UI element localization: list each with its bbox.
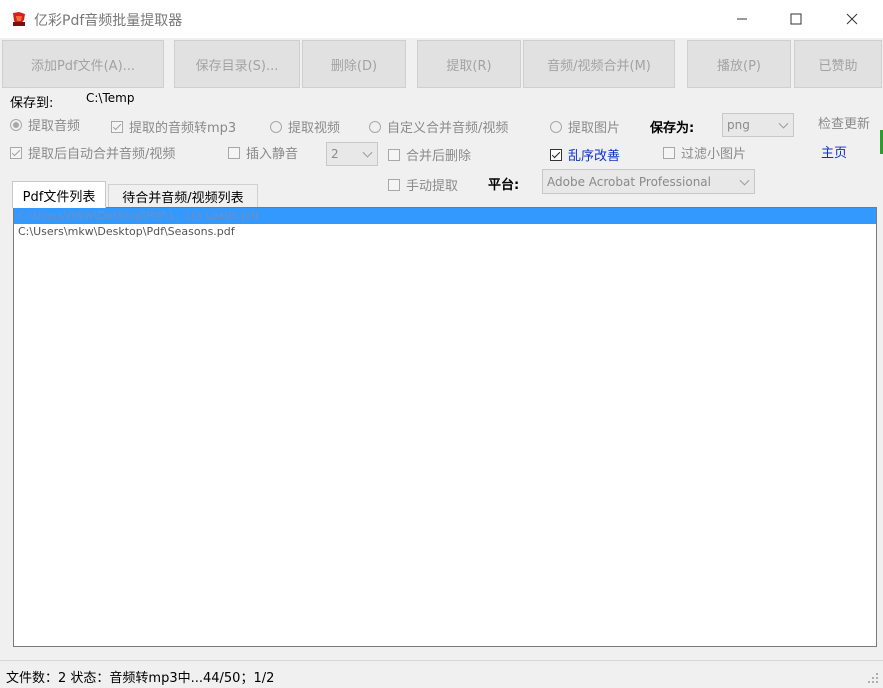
checkbox-icon xyxy=(663,146,675,159)
save-as-format-select[interactable]: png xyxy=(722,113,794,137)
close-button[interactable] xyxy=(829,0,875,38)
tab-merge-list[interactable]: 待合并音频/视频列表 xyxy=(108,184,258,207)
play-button[interactable]: 播放(P) xyxy=(687,40,791,88)
delete-after-merge-checkbox[interactable]: 合并后删除 xyxy=(388,145,471,164)
extract-audio-radio[interactable]: 提取音频 xyxy=(10,115,80,134)
minimize-icon xyxy=(737,18,747,20)
radio-selected-icon xyxy=(10,118,22,131)
title-bar: 亿彩Pdf音频批量提取器 xyxy=(0,0,883,38)
chevron-down-icon xyxy=(362,147,373,158)
insert-silence-checkbox[interactable]: 插入静音 xyxy=(228,143,298,162)
filter-small-images-checkbox[interactable]: 过滤小图片 xyxy=(663,143,746,162)
maximize-icon xyxy=(790,13,802,25)
radio-icon xyxy=(270,120,282,133)
homepage-link[interactable]: 主页 xyxy=(821,142,847,161)
extract-images-radio[interactable]: 提取图片 xyxy=(550,117,620,136)
donated-button[interactable]: 已赞助 xyxy=(794,40,882,88)
radio-icon xyxy=(550,120,562,133)
close-icon xyxy=(846,13,858,25)
save-to-path: C:\Temp xyxy=(86,91,135,105)
audio-to-mp3-checkbox[interactable]: 提取的音频转mp3 xyxy=(111,117,236,136)
platform-label: 平台: xyxy=(488,178,520,193)
resize-grip-icon[interactable] xyxy=(867,672,879,684)
radio-icon xyxy=(369,120,381,133)
pdf-file-list[interactable]: C:\Users\mkw\Desktop\Pdf\1、Lia Leads.pdf… xyxy=(13,207,877,647)
chevron-down-icon xyxy=(739,175,750,186)
minimize-button[interactable] xyxy=(719,0,765,38)
app-icon xyxy=(11,11,27,27)
auto-merge-checkbox[interactable]: 提取后自动合并音频/视频 xyxy=(10,143,175,162)
checkbox-icon xyxy=(388,178,400,191)
window-title: 亿彩Pdf音频批量提取器 xyxy=(34,13,183,29)
check-update-link[interactable]: 检查更新 xyxy=(818,113,870,132)
save-as-label: 保存为: xyxy=(650,121,695,136)
save-to-label: 保存到: xyxy=(10,96,54,111)
checkbox-checked-icon xyxy=(10,146,22,159)
add-pdf-button[interactable]: 添加Pdf文件(A)... xyxy=(2,40,164,88)
custom-merge-radio[interactable]: 自定义合并音频/视频 xyxy=(369,117,508,136)
platform-select[interactable]: Adobe Acrobat Professional xyxy=(542,169,755,194)
maximize-button[interactable] xyxy=(773,0,819,38)
checkbox-checked-icon xyxy=(111,120,123,133)
chevron-down-icon xyxy=(778,118,789,129)
checkbox-icon xyxy=(228,146,240,159)
checkbox-checked-icon xyxy=(550,148,562,161)
merge-button[interactable]: 音频/视频合并(M) xyxy=(523,40,675,88)
extract-video-radio[interactable]: 提取视频 xyxy=(270,117,340,136)
tab-pdf-file-list[interactable]: Pdf文件列表 xyxy=(12,181,106,208)
shuffle-fix-checkbox[interactable]: 乱序改善 xyxy=(550,145,620,164)
status-bar: 文件数：2 状态：音频转mp3中...44/50；1/2 xyxy=(0,660,883,688)
silence-seconds-select[interactable]: 2 xyxy=(326,142,378,166)
delete-button[interactable]: 删除(D) xyxy=(302,40,406,88)
manual-extract-checkbox[interactable]: 手动提取 xyxy=(388,175,458,194)
checkbox-icon xyxy=(388,148,400,161)
list-item[interactable]: C:\Users\mkw\Desktop\Pdf\1、Lia Leads.pdf xyxy=(14,208,876,224)
status-text: 文件数：2 状态：音频转mp3中...44/50；1/2 xyxy=(6,671,275,686)
extract-button[interactable]: 提取(R) xyxy=(417,40,521,88)
save-directory-button[interactable]: 保存目录(S)... xyxy=(174,40,300,88)
list-item[interactable]: C:\Users\mkw\Desktop\Pdf\Seasons.pdf xyxy=(14,224,876,240)
